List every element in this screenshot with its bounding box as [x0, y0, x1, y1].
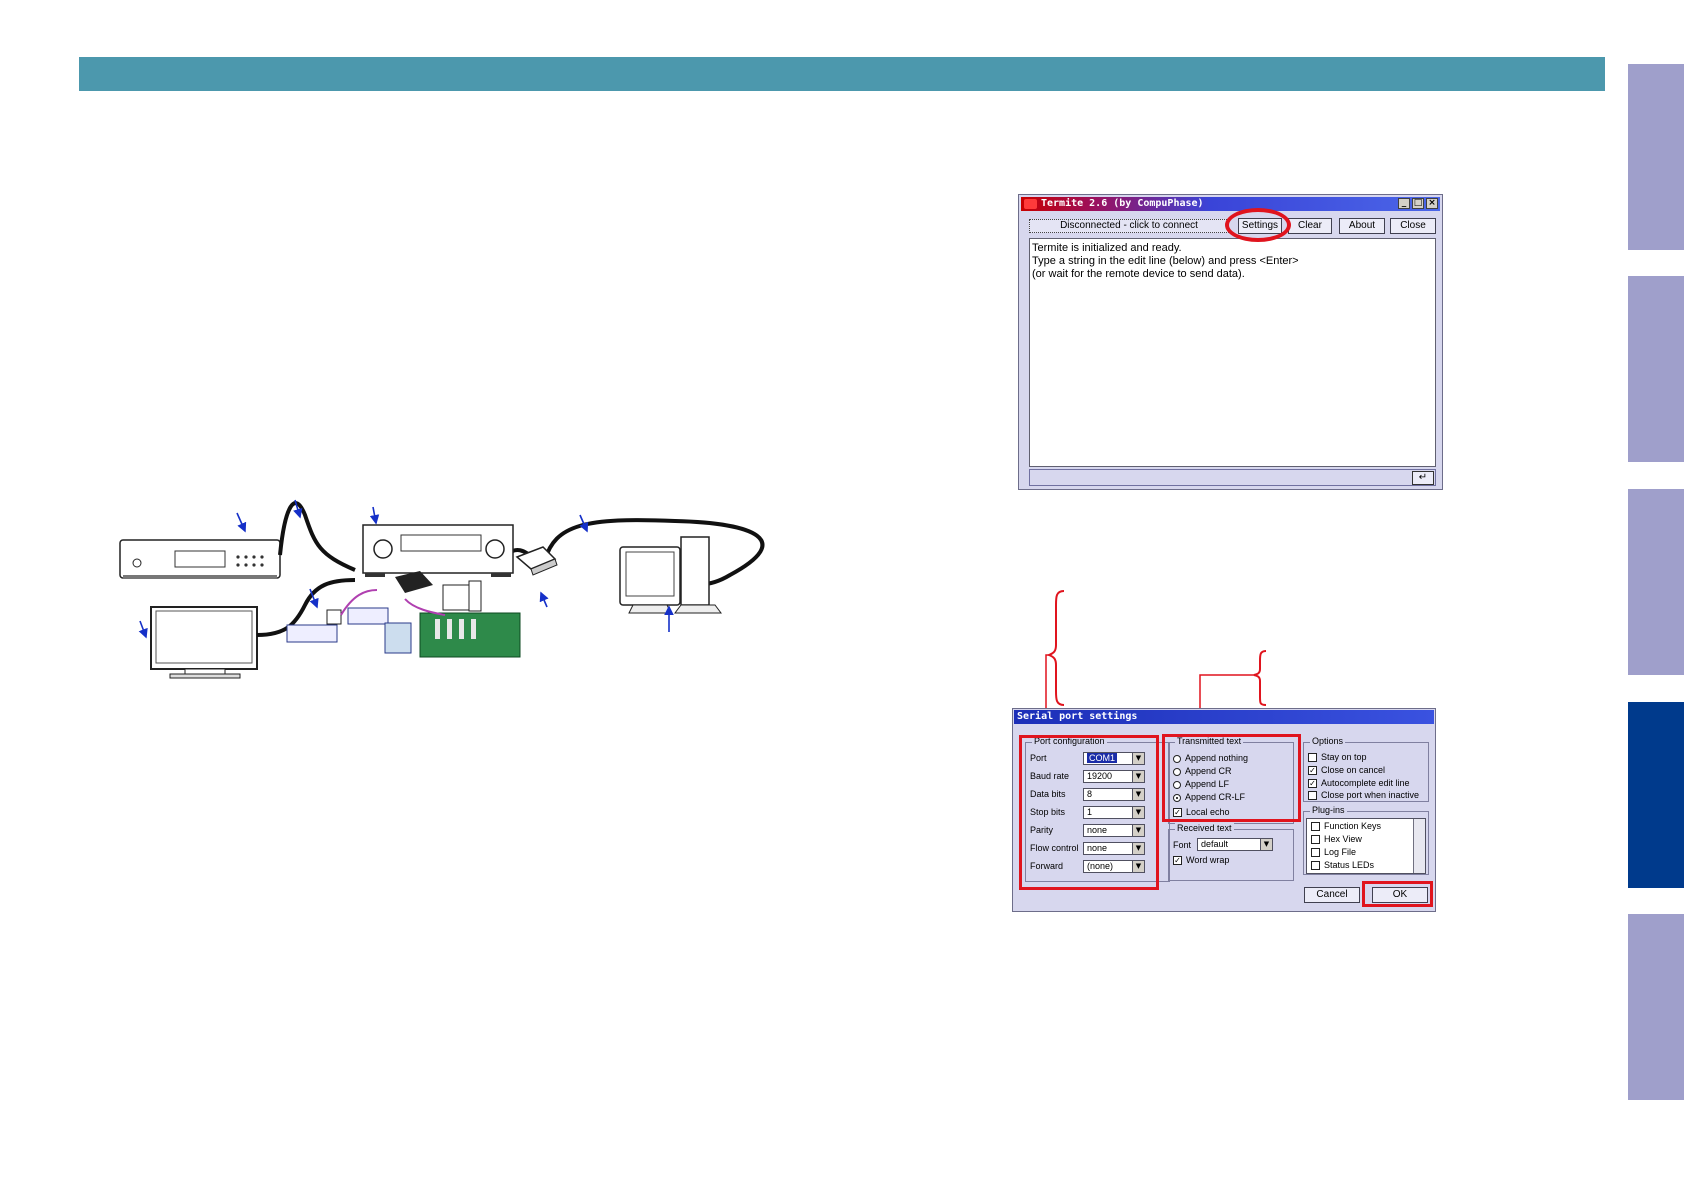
side-tab-3[interactable]: [1628, 489, 1684, 675]
close-button[interactable]: Close: [1390, 218, 1436, 234]
connection-diagram: [119, 499, 765, 679]
font-label: Font: [1173, 840, 1192, 850]
group-title: Received text: [1175, 823, 1234, 833]
font-select[interactable]: default ▼: [1197, 838, 1273, 851]
transmitted-text-highlight: [1162, 734, 1301, 822]
plugins-list[interactable]: Function Keys Hex View Log File Status L…: [1306, 818, 1426, 874]
plugin-status-leds[interactable]: Status LEDs: [1311, 860, 1374, 871]
autocomplete-checkbox[interactable]: ✓ Autocomplete edit line: [1308, 778, 1410, 789]
plugins-scrollbar[interactable]: [1413, 819, 1425, 873]
plugin-log-file[interactable]: Log File: [1311, 847, 1356, 858]
computer: [619, 536, 722, 614]
app-icon: [1024, 199, 1037, 209]
about-button[interactable]: About: [1339, 218, 1385, 234]
group-title: Plug-ins: [1310, 805, 1347, 815]
settings-highlight: [1225, 208, 1291, 242]
maximize-icon[interactable]: □: [1412, 198, 1424, 209]
close-port-checkbox[interactable]: Close port when inactive: [1308, 790, 1419, 801]
terminal-line: Type a string in the edit line (below) a…: [1032, 255, 1299, 267]
terminal-output[interactable]: Termite is initialized and ready. Type a…: [1029, 238, 1436, 467]
enter-icon[interactable]: ↵: [1412, 471, 1434, 485]
side-tab-1[interactable]: [1628, 64, 1684, 250]
received-text-group: Received text Font default ▼ ✓ Word wrap: [1168, 823, 1294, 881]
plugin-hex-view[interactable]: Hex View: [1311, 834, 1362, 845]
port-config-highlight: [1019, 735, 1159, 890]
side-tab-4-active[interactable]: [1628, 702, 1684, 888]
side-tab-2[interactable]: [1628, 276, 1684, 462]
header-bar: [79, 57, 1605, 91]
stay-on-top-checkbox[interactable]: Stay on top: [1308, 752, 1367, 763]
player-device: [119, 539, 281, 579]
group-title: Options: [1310, 736, 1346, 746]
cancel-button[interactable]: Cancel: [1304, 887, 1360, 903]
chevron-down-icon: ▼: [1260, 839, 1272, 850]
plugin-function-keys[interactable]: Function Keys: [1311, 821, 1381, 832]
word-wrap-checkbox[interactable]: ✓ Word wrap: [1173, 855, 1229, 866]
plugins-group: Plug-ins Function Keys Hex View Log File…: [1303, 805, 1429, 875]
tv-device: [150, 606, 258, 679]
termite-title: Termite 2.6 (by CompuPhase): [1041, 198, 1204, 209]
serial-titlebar: Serial port settings: [1014, 710, 1434, 724]
ok-highlight: [1362, 881, 1433, 907]
side-tab-5[interactable]: [1628, 914, 1684, 1100]
close-icon[interactable]: ×: [1426, 198, 1438, 209]
clear-button[interactable]: Clear: [1288, 218, 1332, 234]
termite-titlebar: Termite 2.6 (by CompuPhase) _ □ ×: [1021, 197, 1440, 211]
options-group: Options Stay on top ✓ Close on cancel ✓ Au…: [1303, 736, 1429, 802]
minimize-icon[interactable]: _: [1398, 198, 1410, 209]
av-receiver: [362, 524, 514, 577]
close-on-cancel-checkbox[interactable]: ✓ Close on cancel: [1308, 765, 1385, 776]
termite-window: Termite 2.6 (by CompuPhase) _ □ × Discon…: [1018, 194, 1443, 490]
edit-line-input[interactable]: [1029, 469, 1436, 486]
serial-title: Serial port settings: [1017, 711, 1138, 722]
terminal-line: Termite is initialized and ready.: [1032, 242, 1182, 254]
connection-status[interactable]: Disconnected - click to connect: [1029, 219, 1229, 233]
terminal-line: (or wait for the remote device to send d…: [1032, 268, 1245, 280]
